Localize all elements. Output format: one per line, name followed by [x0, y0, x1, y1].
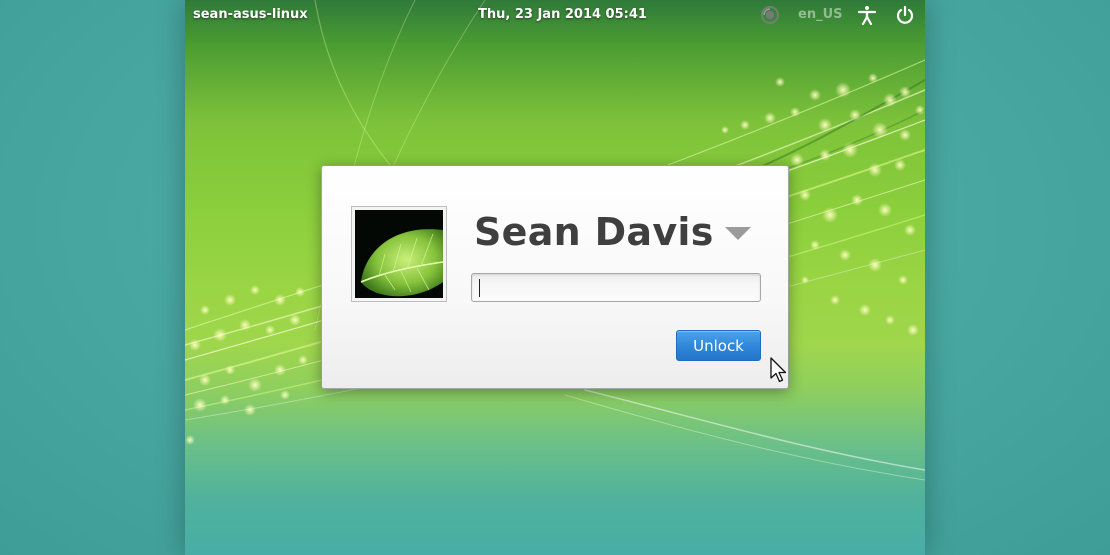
user-switch-dropdown-icon[interactable]: [725, 227, 751, 240]
keyboard-layout-indicator[interactable]: en_US: [798, 7, 843, 22]
leaf-image: [355, 210, 443, 298]
accessibility-icon[interactable]: [857, 5, 877, 25]
text-caret: [479, 279, 480, 297]
hostname-label: sean-asus-linux: [193, 7, 308, 22]
user-name: Sean Davis: [474, 210, 714, 254]
top-panel: sean-asus-linux Thu, 23 Jan 2014 05:41 e…: [185, 0, 925, 30]
leaf-photo: [355, 210, 443, 298]
unlock-button[interactable]: Unlock: [676, 330, 761, 361]
mouse-pointer-icon: [770, 357, 787, 383]
password-field[interactable]: [471, 273, 761, 302]
unlock-dialog: Sean Davis Unlock: [321, 165, 789, 389]
power-icon[interactable]: [895, 5, 915, 25]
clock-datetime[interactable]: Thu, 23 Jan 2014 05:41: [478, 7, 647, 22]
network-icon[interactable]: [760, 5, 780, 25]
user-avatar: [351, 206, 447, 302]
